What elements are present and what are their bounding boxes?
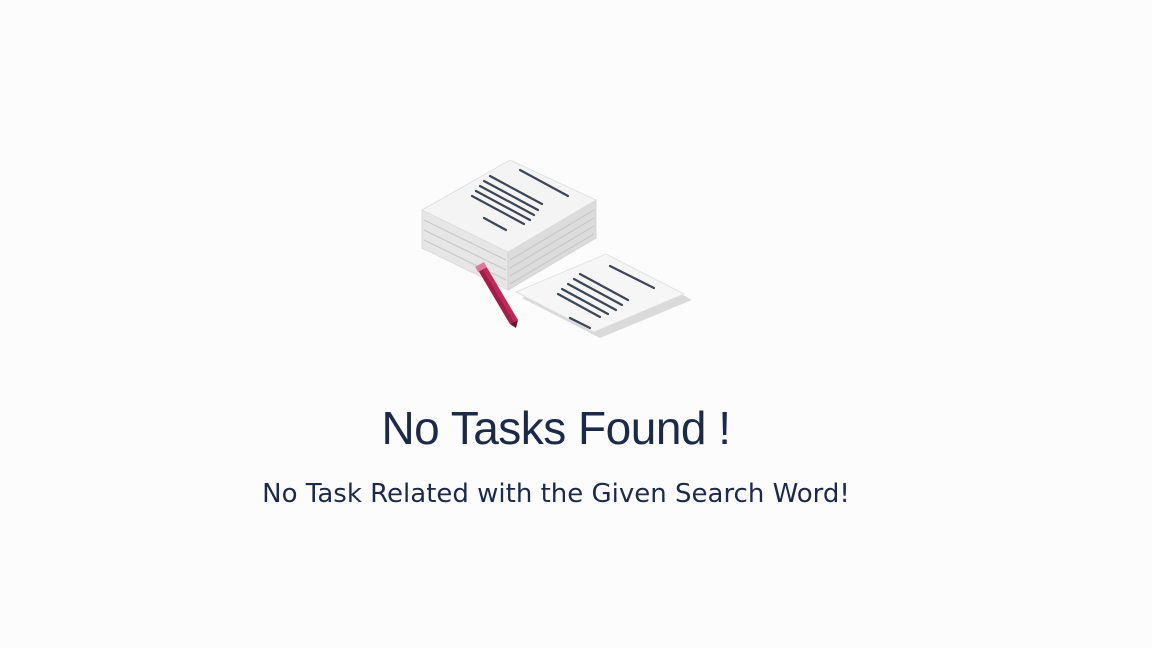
empty-state-title: No Tasks Found ! (381, 402, 731, 454)
document-stack-with-pen-icon (421, 160, 692, 338)
empty-state: No Tasks Found ! No Task Related with th… (0, 0, 1152, 648)
empty-state-message: No Task Related with the Given Search Wo… (262, 479, 850, 509)
